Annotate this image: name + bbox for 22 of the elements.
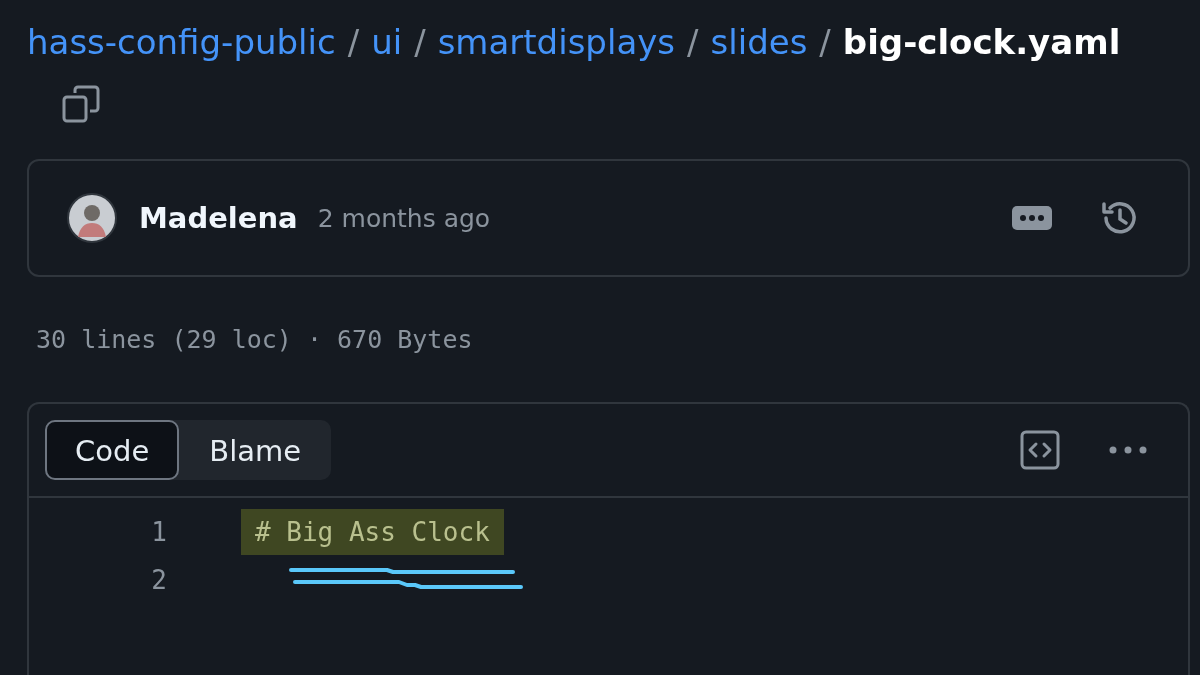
code-icon[interactable]: [1020, 430, 1060, 470]
breadcrumb-link[interactable]: ui: [371, 22, 403, 62]
path-separator: /: [347, 22, 360, 62]
file-info: 30 lines (29 loc) · 670 Bytes: [36, 325, 474, 354]
path-separator: /: [819, 22, 831, 62]
copy-icon[interactable]: [61, 84, 101, 124]
path-separator: /: [414, 22, 426, 62]
line-number: 2: [150, 565, 167, 595]
view-tab[interactable]: Blame: [179, 420, 332, 480]
path-separator: /: [687, 22, 699, 62]
line-number: 1: [150, 517, 167, 547]
breadcrumb-link[interactable]: slides: [710, 22, 808, 62]
more-icon[interactable]: [1012, 206, 1052, 230]
code-comment: # Big Ass Clock: [241, 509, 504, 555]
view-tab[interactable]: Code: [45, 420, 180, 480]
more-icon[interactable]: [1108, 445, 1148, 455]
file-name: big-clock.yaml: [842, 22, 1121, 62]
commit-time: 2 months ago: [317, 203, 491, 233]
breadcrumb-link[interactable]: smartdisplays: [437, 22, 676, 62]
breadcrumb-link[interactable]: hass-config-public: [27, 22, 336, 62]
author-name[interactable]: Madelena: [139, 201, 298, 235]
avatar-icon: [67, 193, 117, 243]
